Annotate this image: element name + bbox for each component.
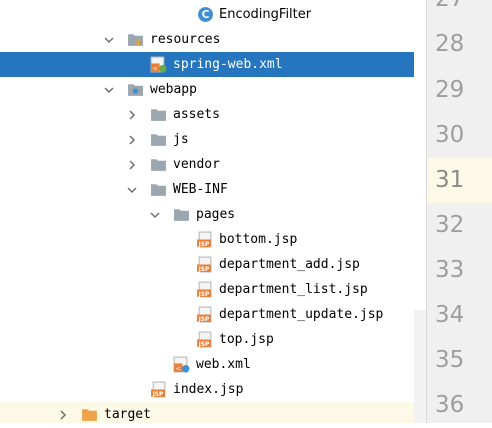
svg-text:<: < (176, 364, 181, 372)
tree-row-department-list-jsp[interactable]: JSP department_list.jsp (0, 277, 426, 302)
excluded-folder-icon (81, 406, 98, 423)
tree-row-department-add-jsp[interactable]: JSP department_add.jsp (0, 252, 426, 277)
svg-text:JSP: JSP (198, 267, 210, 273)
line-number: 28 (435, 31, 465, 57)
tree-row-web-inf[interactable]: WEB-INF (0, 177, 426, 202)
jsp-file-icon: JSP (196, 256, 213, 273)
tree-row-label: assets (173, 107, 220, 122)
folder-icon (150, 156, 167, 173)
jsp-file-icon: JSP (196, 231, 213, 248)
tree-row-vendor[interactable]: vendor (0, 152, 426, 177)
line-number: 34 (435, 302, 465, 328)
tree-row-label: js (173, 132, 189, 147)
tree-row-label: WEB-INF (173, 182, 228, 197)
chevron-down-icon[interactable] (101, 77, 117, 102)
vertical-scrollbar[interactable] (414, 310, 426, 423)
svg-text:C: C (202, 8, 210, 21)
tree-row-label: web.xml (196, 357, 251, 372)
tree-row-label: vendor (173, 157, 220, 172)
tree-row-label: bottom.jsp (219, 232, 298, 247)
svg-text:<: < (153, 64, 158, 72)
folder-icon (173, 206, 190, 223)
chevron-right-icon[interactable] (124, 102, 140, 127)
tree-row-pages[interactable]: pages (0, 202, 426, 227)
line-number: 27 (427, 0, 492, 22)
line-number: 32 (435, 212, 465, 238)
chevron-right-icon[interactable] (55, 402, 71, 423)
spring-config-icon: < (150, 56, 167, 73)
tree-row-label: resources (150, 32, 221, 47)
tree-row-index-jsp[interactable]: JSP index.jsp (0, 377, 426, 402)
tree-row-web-xml[interactable]: < web.xml (0, 352, 426, 377)
tree-row-bottom-jsp[interactable]: JSP bottom.jsp (0, 227, 426, 252)
folder-icon (150, 181, 167, 198)
tree-row-label: target (104, 407, 151, 422)
web-xml-icon: < (173, 356, 190, 373)
line-number: 36 (435, 392, 465, 418)
tree-row-webapp[interactable]: webapp (0, 77, 426, 102)
svg-text:JSP: JSP (198, 342, 210, 348)
line-number: 30 (435, 122, 465, 148)
resources-folder-icon (127, 31, 144, 48)
tree-row-label: department_list.jsp (219, 282, 368, 297)
chevron-down-icon[interactable] (147, 202, 163, 227)
folder-icon (150, 106, 167, 123)
current-line-number: 31 (427, 158, 492, 203)
java-class-icon: C (197, 6, 214, 23)
svg-text:JSP: JSP (198, 242, 210, 248)
tree-row-spring-web-xml[interactable]: < spring-web.xml (0, 52, 426, 77)
tree-row-label: index.jsp (173, 382, 244, 397)
editor-gutter: 27 28 29 30 31 32 33 34 35 36 (426, 0, 492, 423)
chevron-right-icon[interactable] (124, 127, 140, 152)
tree-row-resources[interactable]: resources (0, 27, 426, 52)
tree-row-js[interactable]: js (0, 127, 426, 152)
svg-text:JSP: JSP (198, 317, 210, 323)
folder-icon (150, 131, 167, 148)
jsp-file-icon: JSP (196, 281, 213, 298)
tree-row-label: department_add.jsp (219, 257, 360, 272)
line-number: 29 (435, 77, 465, 103)
jsp-file-icon: JSP (196, 306, 213, 323)
tree-row-label: top.jsp (219, 332, 274, 347)
tree-row-label: department_update.jsp (219, 307, 384, 322)
chevron-right-icon[interactable] (124, 152, 140, 177)
tree-row-assets[interactable]: assets (0, 102, 426, 127)
tree-row-department-update-jsp[interactable]: JSP department_update.jsp (0, 302, 426, 327)
tree-row-label: EncodingFilter (219, 7, 312, 22)
tree-row-label: webapp (150, 82, 197, 97)
project-tree[interactable]: C EncodingFilter resources < spring-web.… (0, 0, 426, 423)
chevron-down-icon[interactable] (124, 177, 140, 202)
line-number: 33 (435, 257, 465, 283)
tree-row-label: pages (196, 207, 236, 222)
jsp-file-icon: JSP (196, 331, 213, 348)
line-number: 35 (435, 347, 465, 373)
chevron-down-icon[interactable] (101, 27, 117, 52)
svg-text:JSP: JSP (152, 392, 164, 398)
web-folder-icon (127, 81, 144, 98)
svg-text:JSP: JSP (198, 292, 210, 298)
tree-row-encodingfilter[interactable]: C EncodingFilter (0, 2, 426, 27)
tree-row-target[interactable]: target (0, 402, 426, 423)
tree-row-label: spring-web.xml (173, 57, 283, 72)
jsp-file-icon: JSP (150, 381, 167, 398)
tree-row-top-jsp[interactable]: JSP top.jsp (0, 327, 426, 352)
